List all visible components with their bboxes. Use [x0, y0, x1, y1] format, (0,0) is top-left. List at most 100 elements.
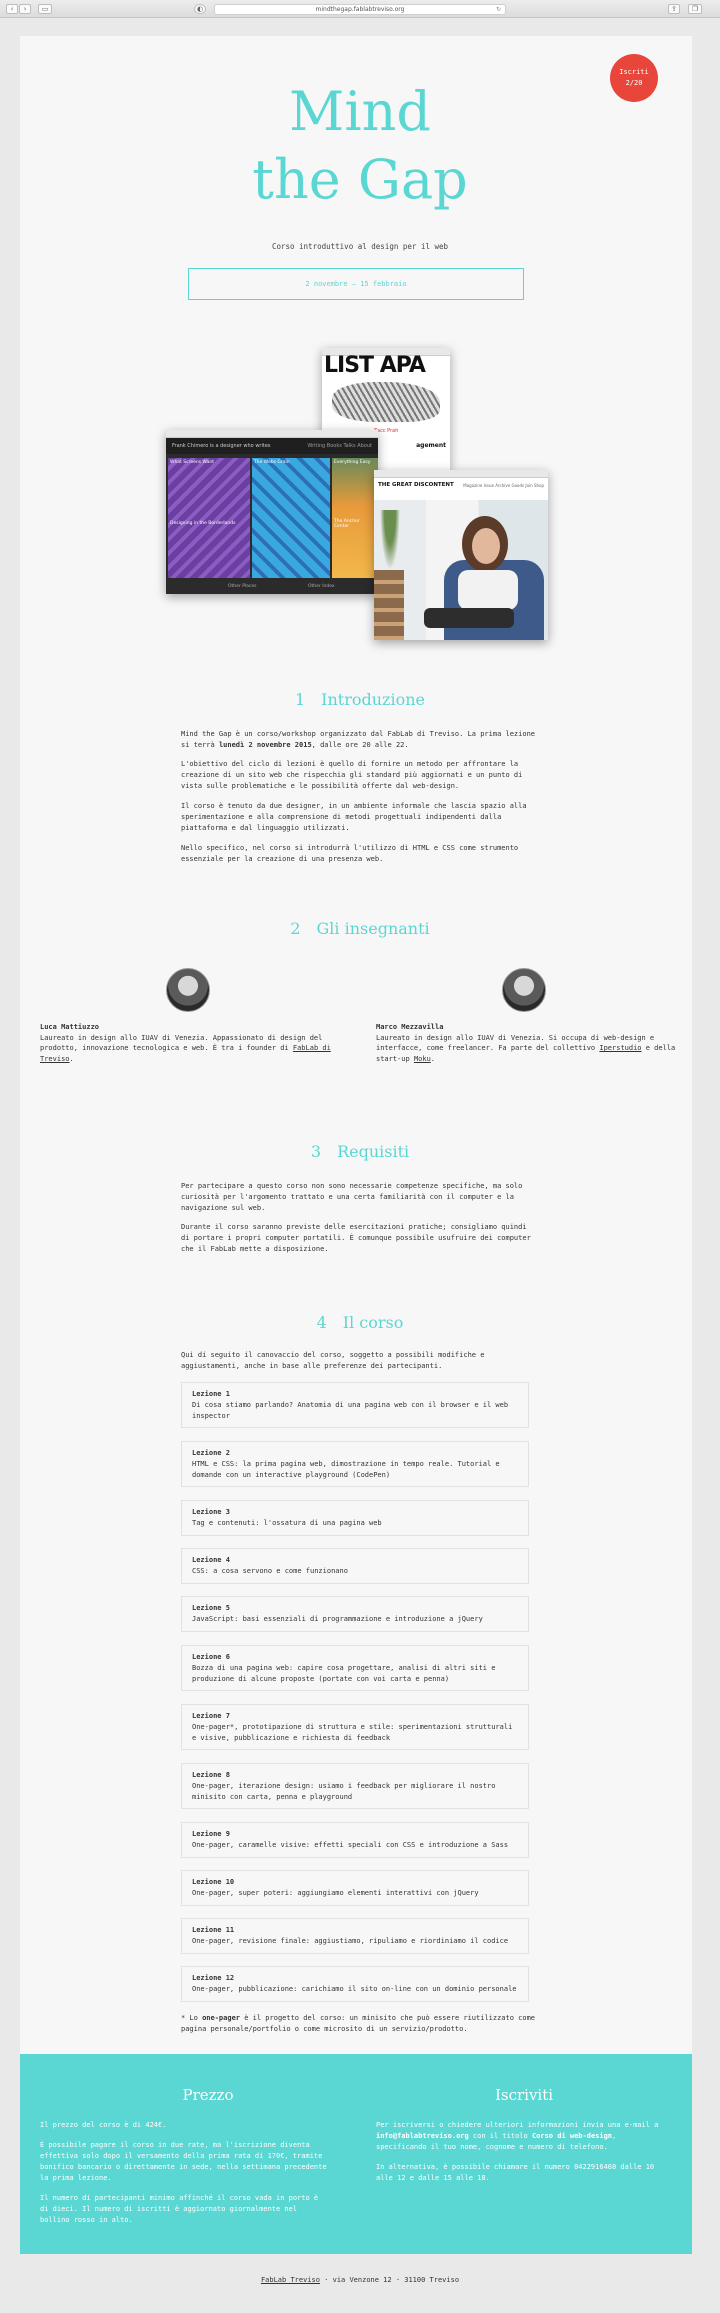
lesson-name: Lezione 2 [192, 1449, 230, 1457]
text: . [430, 1054, 436, 1063]
lesson-item: Lezione 3 Tag e contenuti: l'ossatura di … [181, 1500, 529, 1536]
section-number: 4 [316, 1313, 327, 1332]
section-heading: Gli insegnanti [316, 919, 430, 938]
lesson-item: Lezione 10 One-pager, super poteri: aggiu… [181, 1870, 529, 1906]
page-title: Mind the Gap [0, 78, 720, 214]
pricing-signup-panel: Prezzo Il prezzo del corso è di 424€. È … [20, 2054, 692, 2254]
address-bar[interactable]: mindthegap.fablabtreviso.org ↻ [214, 4, 506, 15]
lesson-item: Lezione 2 HTML e CSS: la prima pagina web… [181, 1441, 529, 1487]
subtitle: Corso introduttivo al design per il web [271, 242, 449, 251]
tile-label: The Anchor Center [334, 519, 360, 529]
requirements-paragraph-1: Per partecipare a questo corso non sono … [181, 1182, 523, 1212]
tile-blue: The Webs Grain [252, 458, 330, 578]
tile-label: The Webs Grain [254, 460, 290, 465]
lesson-description: Bozza di una pagina web: capire cosa pro… [192, 1664, 496, 1683]
lesson-description: One-pager, revisione finale: aggiustiamo… [192, 1937, 509, 1945]
screenshot-illustration [332, 382, 440, 422]
lesson-name: Lezione 9 [192, 1830, 230, 1838]
tile-label: What Screens Want [170, 460, 215, 465]
intro-paragraph-3: Il corso è tenuto da due designer, in un… [181, 802, 527, 832]
teacher-name: Marco Mezzavilla [376, 1023, 444, 1031]
signup-paragraph-2: In alternativa, è possibile chiamare il … [376, 2163, 655, 2182]
email-link[interactable]: info@fablabtreviso.org [376, 2132, 469, 2140]
date-bold: lunedì 2 novembre 2015 [218, 741, 312, 749]
screenshot-frank-chimero: Frank Chimero is a designer who writes W… [166, 430, 378, 594]
fablab-footer-link[interactable]: FabLab Treviso [261, 2276, 320, 2284]
text: * Lo [181, 2014, 203, 2022]
screenshot-bar [166, 430, 378, 438]
lesson-item: Lezione 9 One-pager, caramelle visive: ef… [181, 1822, 529, 1858]
lesson-item: Lezione 6 Bozza di una pagina web: capire… [181, 1645, 529, 1691]
one-pager-note: * Lo one-pager è il progetto del corso: … [181, 2013, 539, 2035]
screenshot-nav: Frank Chimero is a designer who writes W… [166, 438, 378, 454]
screenshot-photo [374, 500, 548, 640]
screenshot-nav-title: Frank Chimero is a designer who writes [172, 443, 271, 449]
dates-box: 2 novembre — 15 febbraio [188, 268, 524, 300]
section-heading: Requisiti [337, 1142, 410, 1161]
course-intro: Qui di seguito il canovaccio del corso, … [181, 1351, 485, 1370]
section-title-teachers: 2 Gli insegnanti [0, 919, 720, 938]
share-icon[interactable]: ⇪ [668, 4, 680, 14]
lesson-name: Lezione 1 [192, 1390, 230, 1398]
section-number: 3 [310, 1142, 322, 1161]
title-line-2: the Gap [252, 148, 468, 211]
tile-orange: Everything Easy The Anchor Center [332, 458, 378, 578]
privacy-icon[interactable]: ◐ [194, 4, 206, 14]
section-title-course: 4 Il corso [0, 1313, 720, 1332]
lesson-item: Lezione 7 One-pager*, prototipazione di s… [181, 1704, 529, 1750]
intro-paragraph-2: L'obiettivo del ciclo di lezioni è quell… [181, 760, 523, 790]
reload-icon[interactable]: ↻ [496, 5, 501, 14]
screenshot-nav-links: Writing Books Talks About [307, 443, 372, 449]
price-paragraph-2: È possibile pagare il corso in due rate,… [40, 2141, 327, 2182]
section-heading: Introduzione [321, 690, 426, 709]
lesson-description: One-pager, super poteri: aggiungiamo ele… [192, 1889, 479, 1897]
site-footer: FabLab Treviso · via Venzone 12 · 31100 … [0, 2276, 720, 2284]
lesson-name: Lezione 6 [192, 1653, 230, 1661]
lesson-item: Lezione 1 Di cosa stiamo parlando? Anatom… [181, 1382, 529, 1428]
text: con il titolo [468, 2132, 532, 2140]
lesson-name: Lezione 7 [192, 1712, 230, 1720]
price-paragraph-1: Il prezzo del corso è di 424€. [40, 2121, 167, 2129]
intro-paragraph-4: Nello specifico, nel corso si introdurrà… [181, 844, 519, 863]
teacher-luca: Luca Mattiuzzo Laureato in design allo I… [40, 1022, 340, 1064]
text: Per iscriversi o chiedere ulteriori info… [376, 2121, 659, 2129]
sidebar-toggle-icon[interactable]: ▭ [38, 4, 52, 14]
lesson-description: One-pager, iterazione design: usiamo i f… [192, 1782, 496, 1801]
screenshot-header: THE GREAT DISCONTENT Magazine Issue Arch… [374, 478, 548, 500]
section-title-intro: 1 Introduzione [0, 690, 720, 709]
forward-button[interactable]: › [19, 4, 31, 14]
avatar-luca [166, 968, 210, 1012]
signup-paragraph-1: Per iscriversi o chiedere ulteriori info… [376, 2120, 666, 2153]
browser-toolbar: ‹ › ▭ ◐ mindthegap.fablabtreviso.org ↻ ⇪… [0, 0, 720, 18]
photo-face [472, 528, 500, 564]
lesson-description: Tag e contenuti: l'ossatura di una pagin… [192, 1519, 382, 1527]
avatar-marco [502, 968, 546, 1012]
photo-shirt [458, 570, 518, 610]
lesson-name: Lezione 11 [192, 1926, 235, 1934]
section-heading: Il corso [342, 1313, 404, 1332]
badge-label: Iscriti [619, 68, 649, 76]
requirements-paragraph-2: Durante il corso saranno previste delle … [181, 1223, 531, 1253]
screenshot-links: Magazine Issue Archive Goods Join Shop [463, 483, 544, 488]
moku-link[interactable]: Moku [414, 1055, 431, 1063]
lesson-name: Lezione 3 [192, 1508, 230, 1516]
iperstudio-link[interactable]: Iperstudio [599, 1044, 641, 1052]
text: . [69, 1054, 74, 1063]
lesson-description: One-pager, pubblicazione: carichiamo il … [192, 1985, 517, 1993]
lesson-name: Lezione 8 [192, 1771, 230, 1779]
text: , dalle ore 20 alle 22. [311, 741, 409, 749]
lesson-description: One-pager, caramelle visive: effetti spe… [192, 1841, 509, 1849]
teacher-marco: Marco Mezzavilla Laureato in design allo… [376, 1022, 676, 1064]
tabs-icon[interactable]: ❐ [688, 4, 702, 14]
tile-footer: Other Index [308, 584, 335, 589]
back-button[interactable]: ‹ [6, 4, 18, 14]
subject-bold: Corso di web-design [531, 2132, 613, 2140]
lesson-item: Lezione 5 JavaScript: basi essenziali di … [181, 1596, 529, 1632]
price-paragraph-3: Il numero di partecipanti minimo affinch… [40, 2194, 319, 2224]
lesson-item: Lezione 11 One-pager, revisione finale: a… [181, 1918, 529, 1954]
tile-purple: What Screens Want Designing in the Borde… [168, 458, 250, 578]
photo-legs [424, 608, 514, 628]
footer-address: · via Venzone 12 · 31100 Treviso [319, 2276, 460, 2284]
lesson-description: One-pager*, prototipazione di struttura … [192, 1723, 513, 1742]
lesson-item: Lezione 4 CSS: a cosa servono e come funz… [181, 1548, 529, 1584]
